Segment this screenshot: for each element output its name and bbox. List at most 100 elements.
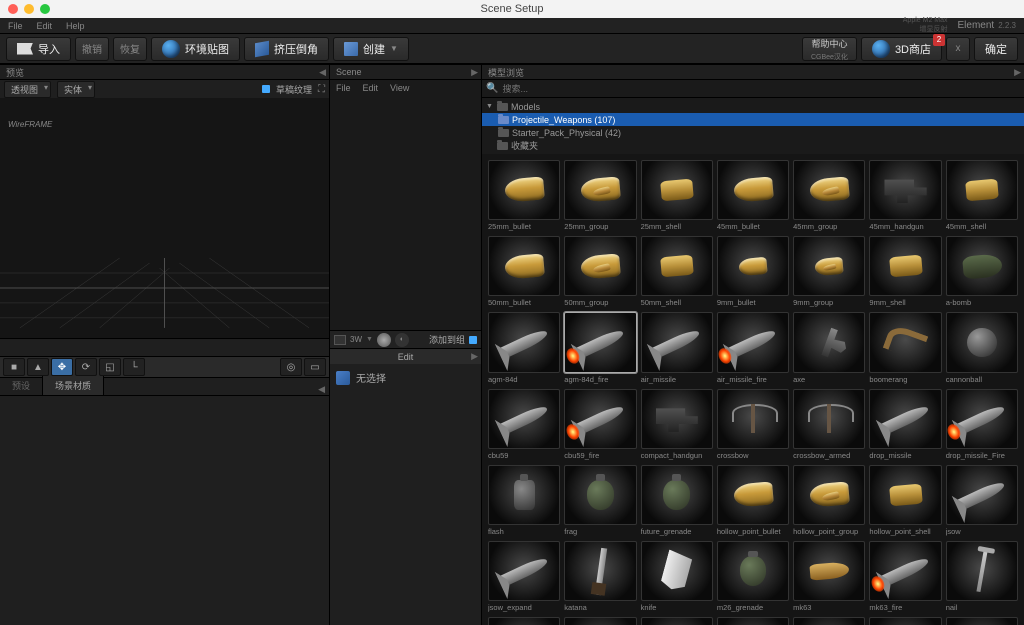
- search-input[interactable]: [502, 84, 1020, 94]
- asset-mk63_fire[interactable]: mk63_fire: [869, 541, 941, 613]
- tree-projectile[interactable]: Projectile_Weapons (107): [482, 113, 1024, 126]
- asset-45mm_group[interactable]: 45mm_group: [793, 160, 865, 232]
- asset-9mm_group[interactable]: 9mm_group: [793, 236, 865, 308]
- asset-future_grenade[interactable]: future_grenade: [641, 465, 713, 537]
- asset-rifle_bullet_shell[interactable]: rifle_bullet_shell: [717, 617, 789, 625]
- asset-45mm_shell[interactable]: 45mm_shell: [946, 160, 1018, 232]
- sun-icon[interactable]: [377, 333, 391, 347]
- asset-katana[interactable]: katana: [564, 541, 636, 613]
- asset-agm-84d[interactable]: agm-84d: [488, 312, 560, 384]
- store-button[interactable]: 3D商店 2: [861, 37, 942, 61]
- tree-starter[interactable]: Starter_Pack_Physical (42): [482, 126, 1024, 139]
- tree-favorites[interactable]: 收藏夹: [482, 139, 1024, 152]
- tab-scene-material[interactable]: 场景材质: [43, 376, 104, 395]
- asset-9mm_bullet[interactable]: 9mm_bullet: [717, 236, 789, 308]
- collapse-icon[interactable]: ◀: [314, 384, 329, 395]
- asset-m26_grenade[interactable]: m26_grenade: [717, 541, 789, 613]
- asset-rifle_bullet[interactable]: rifle_bullet: [564, 617, 636, 625]
- asset-50mm_bullet[interactable]: 50mm_bullet: [488, 236, 560, 308]
- camera-tool[interactable]: ■: [3, 358, 25, 376]
- asset-hollow_point_shell[interactable]: hollow_point_shell: [869, 465, 941, 537]
- minimize-window-icon[interactable]: [24, 4, 34, 14]
- asset-air_missile_fire[interactable]: air_missile_fire: [717, 312, 789, 384]
- asset-rpg[interactable]: rpg: [793, 617, 865, 625]
- asset-drop_missile_Fire[interactable]: drop_missile_Fire: [946, 389, 1018, 461]
- asset-cbu59[interactable]: cbu59: [488, 389, 560, 461]
- menu-file[interactable]: File: [8, 21, 23, 31]
- asset-9mm_shell[interactable]: 9mm_shell: [869, 236, 941, 308]
- collapse-icon[interactable]: ▶: [1014, 67, 1021, 78]
- rotate-tool[interactable]: ⟳: [75, 358, 97, 376]
- close-window-icon[interactable]: [8, 4, 18, 14]
- menu-help[interactable]: Help: [66, 21, 85, 31]
- asset-compact_handgun[interactable]: compact_handgun: [641, 389, 713, 461]
- menu-edit[interactable]: Edit: [37, 21, 53, 31]
- collapse-icon[interactable]: ▶: [471, 351, 478, 362]
- asset-flash[interactable]: flash: [488, 465, 560, 537]
- asset-rifle_bullet_group[interactable]: rifle_bullet_group: [641, 617, 713, 625]
- target-tool[interactable]: ◎: [280, 358, 302, 376]
- asset-screw[interactable]: screw: [869, 617, 941, 625]
- asset-50mm_group[interactable]: 50mm_group: [564, 236, 636, 308]
- collapse-icon[interactable]: ▶: [471, 67, 478, 78]
- move-tool[interactable]: ✥: [51, 358, 73, 376]
- tree-models[interactable]: ▼ Models: [482, 100, 1024, 113]
- asset-45mm_bullet[interactable]: 45mm_bullet: [717, 160, 789, 232]
- select-tool[interactable]: ▲: [27, 358, 49, 376]
- draft-toggle-icon[interactable]: [262, 85, 270, 93]
- asset-50mm_shell[interactable]: 50mm_shell: [641, 236, 713, 308]
- light-icon[interactable]: ◐: [395, 333, 409, 347]
- maximize-window-icon[interactable]: [40, 4, 50, 14]
- asset-a-bomb[interactable]: a-bomb: [946, 236, 1018, 308]
- asset-mk63[interactable]: mk63: [793, 541, 865, 613]
- environment-button[interactable]: 环境贴图: [151, 37, 240, 61]
- asset-knife[interactable]: knife: [641, 541, 713, 613]
- view-dropdown[interactable]: 透视图: [4, 81, 51, 98]
- asset-25mm_shell[interactable]: 25mm_shell: [641, 160, 713, 232]
- undo-button[interactable]: 撤销: [75, 37, 109, 61]
- asset-nail[interactable]: nail: [946, 541, 1018, 613]
- scene-tree[interactable]: [330, 96, 481, 330]
- asset-crossbow_armed[interactable]: crossbow_armed: [793, 389, 865, 461]
- camera-icon[interactable]: [334, 335, 346, 345]
- asset-jsow_expand[interactable]: jsow_expand: [488, 541, 560, 613]
- asset-boomerang[interactable]: boomerang: [869, 312, 941, 384]
- create-button[interactable]: 创建 ▼: [333, 37, 409, 61]
- collapse-icon[interactable]: ◀: [319, 67, 326, 78]
- close-button[interactable]: x: [946, 37, 970, 61]
- scene-menu-edit[interactable]: Edit: [363, 83, 379, 93]
- anchor-tool[interactable]: └: [123, 358, 145, 376]
- ok-button[interactable]: 确定: [974, 37, 1018, 61]
- tab-preset[interactable]: 预设: [0, 376, 43, 395]
- chevron-down-icon[interactable]: ▼: [366, 336, 373, 343]
- asset-jsow[interactable]: jsow: [946, 465, 1018, 537]
- asset-agm-84d_fire[interactable]: agm-84d_fire: [564, 312, 636, 384]
- scale-tool[interactable]: ◱: [99, 358, 121, 376]
- asset-drop_missile[interactable]: drop_missile: [869, 389, 941, 461]
- asset-axe[interactable]: axe: [793, 312, 865, 384]
- redo-button[interactable]: 恢复: [113, 37, 147, 61]
- asset-frag[interactable]: frag: [564, 465, 636, 537]
- asset-cannonball[interactable]: cannonball: [946, 312, 1018, 384]
- scene-menu-file[interactable]: File: [336, 83, 351, 93]
- preview-viewport[interactable]: WireFRAME: [0, 98, 329, 338]
- asset-air_missile[interactable]: air_missile: [641, 312, 713, 384]
- asset-25mm_bullet[interactable]: 25mm_bullet: [488, 160, 560, 232]
- asset-pipe_bomb[interactable]: pipe_bomb: [488, 617, 560, 625]
- display-tool[interactable]: ▭: [304, 358, 326, 376]
- add-group-button[interactable]: [469, 336, 477, 344]
- scene-menu-view[interactable]: View: [390, 83, 409, 93]
- help-center-button[interactable]: 帮助中心 CGBee汉化: [802, 37, 857, 61]
- asset-cbu59_fire[interactable]: cbu59_fire: [564, 389, 636, 461]
- import-button[interactable]: 导入: [6, 37, 71, 61]
- asset-hollow_point_group[interactable]: hollow_point_group: [793, 465, 865, 537]
- asset-25mm_group[interactable]: 25mm_group: [564, 160, 636, 232]
- shade-dropdown[interactable]: 实体: [57, 81, 95, 98]
- disclosure-icon[interactable]: ▼: [486, 103, 494, 110]
- asset-45mm_handgun[interactable]: 45mm_handgun: [869, 160, 941, 232]
- expand-icon[interactable]: ⛶: [318, 84, 325, 95]
- asset-shell[interactable]: shell: [946, 617, 1018, 625]
- asset-grid[interactable]: 25mm_bullet25mm_group25mm_shell45mm_bull…: [482, 154, 1024, 625]
- asset-hollow_point_bullet[interactable]: hollow_point_bullet: [717, 465, 789, 537]
- asset-crossbow[interactable]: crossbow: [717, 389, 789, 461]
